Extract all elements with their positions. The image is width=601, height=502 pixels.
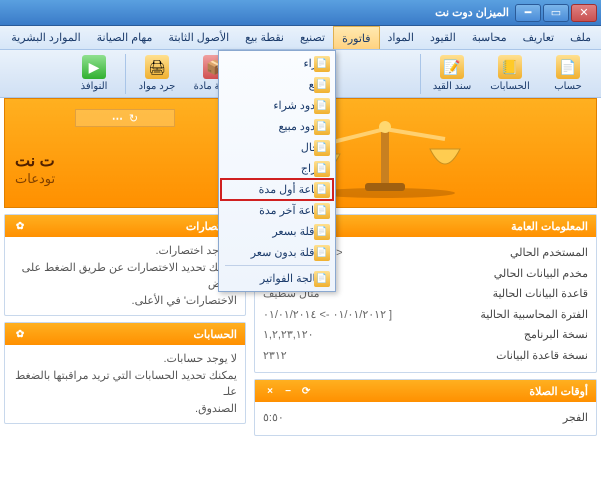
dropdown-process-invoices[interactable]: 📄معالجة الفواتير [221, 268, 333, 289]
doc-icon: 📄 [314, 182, 330, 198]
dropdown-output[interactable]: 📄إخراج [221, 158, 333, 179]
accounts-body: لا يوجد حسابات. يمكنك تحديد الحسابات الت… [5, 345, 245, 423]
menu-bar: ملف تعاريف محاسبة القيود المواد فاتورة ت… [0, 26, 601, 50]
toolbar-voucher-button[interactable]: 📝 سند القيد [423, 52, 481, 96]
toolbar-accounts-button[interactable]: 📒 الحسابات [481, 52, 539, 96]
menu-fixed-assets[interactable]: الأصول الثابتة [160, 26, 237, 49]
window-restore-button[interactable]: ▭ [543, 4, 569, 22]
accounts-title: الحسابات [194, 328, 237, 341]
refresh-small-icon[interactable]: ↻ [129, 112, 138, 125]
gear-icon[interactable]: ✿ [13, 219, 27, 233]
dropdown-closing-goods[interactable]: 📄بضاعة آخر مدة [221, 200, 333, 221]
dropdown-opening-goods[interactable]: 📄بضاعة أول مدة [221, 179, 333, 200]
window-title: الميزان دوت نت [4, 6, 515, 19]
dropdown-sale-return[interactable]: 📄مردود مبيع [221, 116, 333, 137]
dropdown-sale[interactable]: 📄مبيع [221, 74, 333, 95]
toolbar-windows-button[interactable]: ▶ النوافذ [65, 52, 123, 96]
doc-icon: 📄 [314, 56, 330, 72]
doc-icon: 📄 [314, 119, 330, 135]
prayer-body: الفجر٥:٥٠ [255, 402, 596, 435]
invoice-dropdown: 📄شراء 📄مبيع 📄مردود شراء 📄مردود مبيع 📄إدخ… [218, 50, 336, 292]
menu-entries[interactable]: القيود [422, 26, 464, 49]
dots-icon[interactable] [112, 112, 123, 125]
brand-text: ت نت تودعات [15, 151, 55, 187]
dropdown-transfer-unpriced[interactable]: 📄مناقلة بدون سعر [221, 242, 333, 263]
title-bar: ✕ ▭ ━ الميزان دوت نت [0, 0, 601, 26]
gear-icon[interactable]: ✿ [13, 327, 27, 341]
menu-materials[interactable]: المواد [380, 26, 422, 49]
menu-pos[interactable]: نقطة بيع [237, 26, 292, 49]
toolbar-separator-2 [125, 54, 126, 94]
general-info-title: المعلومات العامة [511, 220, 588, 233]
menu-accounting[interactable]: محاسبة [464, 26, 515, 49]
dropdown-transfer-priced[interactable]: 📄مناقلة بسعر [221, 221, 333, 242]
doc-icon: 📄 [314, 161, 330, 177]
voucher-icon: 📝 [440, 55, 464, 79]
menu-invoice[interactable]: فاتورة [333, 26, 379, 49]
dropdown-separator [225, 265, 329, 266]
doc-icon: 📄 [314, 77, 330, 93]
account-icon: 📄 [556, 55, 580, 79]
doc-icon: 📄 [314, 224, 330, 240]
menu-definitions[interactable]: تعاريف [515, 26, 562, 49]
inventory-icon: 🖨 [145, 55, 169, 79]
accounts-panel: الحسابات ✿ لا يوجد حسابات. يمكنك تحديد ا… [4, 322, 246, 424]
doc-icon: 📄 [314, 98, 330, 114]
accounts-icon: 📒 [498, 55, 522, 79]
doc-icon: 📄 [314, 203, 330, 219]
window-close-button[interactable]: ✕ [571, 4, 597, 22]
doc-icon: 📄 [314, 245, 330, 261]
menu-maintenance[interactable]: مهام الصيانة [89, 26, 161, 49]
dropdown-input[interactable]: 📄إدخال [221, 137, 333, 158]
dropdown-purchase[interactable]: 📄شراء [221, 53, 333, 74]
doc-icon: 📄 [314, 140, 330, 156]
shortcuts-header: الاختصارات ✿ [5, 215, 245, 237]
toolbar-separator [420, 54, 421, 94]
doc-icon: 📄 [314, 271, 330, 287]
windows-icon: ▶ [82, 55, 106, 79]
toolbar-inventory-button[interactable]: 🖨 جرد مواد [128, 52, 186, 96]
menu-manufacturing[interactable]: تصنيع [292, 26, 333, 49]
prayer-header: أوقات الصلاة ⟳ − × [255, 380, 596, 402]
toolbar-account-button[interactable]: 📄 حساب [539, 52, 597, 96]
prayer-panel: أوقات الصلاة ⟳ − × الفجر٥:٥٠ [254, 379, 597, 436]
dropdown-purchase-return[interactable]: 📄مردود شراء [221, 95, 333, 116]
panel-refresh-icon[interactable]: ⟳ [299, 384, 313, 398]
panel-minus-icon[interactable]: − [281, 384, 295, 398]
banner-small-toolbar[interactable]: ↻ [75, 109, 175, 127]
banner-left: ↻ ت نت تودعات [4, 98, 246, 208]
accounts-header: الحسابات ✿ [5, 323, 245, 345]
prayer-title: أوقات الصلاة [529, 385, 588, 398]
menu-file[interactable]: ملف [562, 26, 599, 49]
panel-close-icon[interactable]: × [263, 384, 277, 398]
shortcuts-body: لا يوجد اختصارات. يمكنك تحديد الاختصارات… [5, 237, 245, 315]
shortcuts-panel: الاختصارات ✿ لا يوجد اختصارات. يمكنك تحد… [4, 214, 246, 316]
menu-hr[interactable]: الموارد البشرية [3, 26, 88, 49]
window-minimize-button[interactable]: ━ [515, 4, 541, 22]
